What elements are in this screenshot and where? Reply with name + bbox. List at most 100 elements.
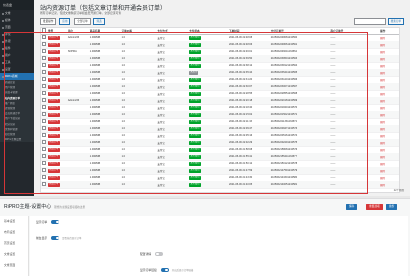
name-cell: 1.00RMB bbox=[89, 155, 101, 158]
sidebar-item[interactable]: 设置 bbox=[0, 66, 34, 73]
trade-cell: 2105062218401234570 bbox=[270, 106, 298, 109]
sidebar-item-label: 工具 bbox=[5, 60, 11, 64]
delete-link[interactable]: 删除 bbox=[379, 36, 399, 40]
settings-header: RiPRO主题-设置中心 理想的主题设置项都在这里 bbox=[4, 203, 85, 210]
status-badge: 支付成功 bbox=[189, 169, 201, 173]
search-button[interactable]: 搜索订单 bbox=[387, 18, 404, 25]
sidebar-item[interactable]: 评论 bbox=[0, 31, 34, 38]
delete-link[interactable]: 删除 bbox=[379, 183, 399, 187]
method-cell: 支付宝 bbox=[157, 183, 165, 187]
type-cell: 充值订单 bbox=[47, 182, 67, 187]
type-cell: 充值订单 bbox=[47, 147, 67, 152]
order-cell: —— bbox=[330, 57, 336, 60]
type-badge: 充值订单 bbox=[47, 64, 60, 68]
filter-button[interactable]: 筛选 bbox=[93, 18, 105, 25]
settings-nav-item[interactable]: 布局设置 bbox=[0, 227, 28, 238]
delete-link[interactable]: 删除 bbox=[379, 50, 399, 54]
delete-link[interactable]: 删除 bbox=[379, 64, 399, 68]
delete-link[interactable]: 删除 bbox=[379, 99, 399, 103]
setting-toggle[interactable] bbox=[155, 252, 164, 256]
checkbox-icon bbox=[42, 146, 47, 152]
delete-link[interactable]: 删除 bbox=[379, 71, 399, 75]
delete-link[interactable]: 删除 bbox=[379, 127, 399, 131]
time-cell: 2021-05-06 21:40:05 bbox=[228, 183, 253, 186]
sidebar-item[interactable]: 外观 bbox=[0, 38, 34, 45]
setting-toggle[interactable] bbox=[160, 268, 169, 272]
delete-link[interactable]: 删除 bbox=[379, 176, 399, 180]
status-select[interactable]: 全部订单 bbox=[74, 18, 91, 25]
sidebar-item[interactable]: 工具 bbox=[0, 59, 34, 66]
method-cell: 支付宝 bbox=[157, 155, 165, 159]
name-cell: 1.00RMB bbox=[89, 127, 101, 130]
sidebar-item[interactable]: 文章 bbox=[0, 10, 34, 17]
method-cell: 支付宝 bbox=[157, 92, 165, 96]
setting-description: 开启后显示订单链接 bbox=[171, 269, 194, 272]
sidebar-item[interactable]: 页面 bbox=[0, 24, 34, 31]
type-cell: 充值订单 bbox=[47, 175, 67, 180]
type-badge: 充值订单 bbox=[47, 134, 60, 138]
delete-link[interactable]: 删除 bbox=[379, 57, 399, 61]
setting-toggle[interactable] bbox=[51, 236, 60, 240]
settings-row: 显示订单链接 开启后显示订单链接 bbox=[140, 266, 193, 274]
delete-link[interactable]: 删除 bbox=[379, 141, 399, 145]
name-cell: 1.00RMB bbox=[89, 162, 101, 165]
delete-link[interactable]: 删除 bbox=[379, 155, 399, 159]
setting-toggle[interactable] bbox=[51, 220, 60, 224]
type-badge: 充值订单 bbox=[47, 50, 60, 54]
reset-button[interactable]: 重置选项 bbox=[366, 204, 383, 210]
search-input[interactable] bbox=[353, 18, 386, 25]
trade-cell: 2105062231201234566 bbox=[270, 78, 298, 81]
user-cell: SOHRA bbox=[67, 50, 77, 53]
delete-link[interactable]: 删除 bbox=[379, 148, 399, 152]
delete-link[interactable]: 删除 bbox=[379, 162, 399, 166]
settings-nav-item[interactable]: 文章设置 bbox=[0, 249, 28, 260]
status-cell: 支付成功 bbox=[188, 154, 228, 159]
method-cell: 支付宝 bbox=[157, 57, 165, 61]
delete-link[interactable]: 删除 bbox=[379, 106, 399, 110]
settings-title: RiPRO主题-设置中心 bbox=[4, 204, 52, 210]
delete-link[interactable]: 删除 bbox=[379, 85, 399, 89]
save-button[interactable]: 保存 bbox=[346, 204, 358, 210]
sidebar-item[interactable]: 插件 bbox=[0, 45, 34, 52]
order-cell: —— bbox=[330, 162, 336, 165]
status-cell: 支付成功 bbox=[188, 112, 228, 117]
settings-nav-item[interactable]: 文章页面 bbox=[0, 260, 28, 271]
sidebar-logo[interactable]: 仪表盘 bbox=[0, 0, 34, 10]
type-cell: 充值订单 bbox=[47, 126, 67, 131]
settings-nav-item[interactable]: 基本设置 bbox=[0, 216, 28, 227]
delete-link[interactable]: 删除 bbox=[379, 169, 399, 173]
settings-nav: 基本设置 布局设置 首页设置 文章设置 文章页面 bbox=[0, 216, 29, 276]
status-badge: 支付成功 bbox=[189, 162, 201, 166]
name-cell: 1.00RMB bbox=[89, 134, 101, 137]
status-cell: 支付成功 bbox=[188, 182, 228, 187]
settings-screen: RiPRO主题-设置中心 理想的主题设置项都在这里 保存 重置选项 备份 基本设… bbox=[0, 198, 410, 276]
menu-icon bbox=[1, 47, 4, 50]
sidebar-item-label: RiPro商城 bbox=[5, 74, 18, 78]
checkbox-icon bbox=[42, 139, 47, 145]
type-badge: 充值订单 bbox=[47, 176, 60, 180]
delete-link[interactable]: 删除 bbox=[379, 113, 399, 117]
delete-link[interactable]: 删除 bbox=[379, 43, 399, 47]
name-cell: 1.00RMB bbox=[89, 148, 101, 151]
delete-link[interactable]: 删除 bbox=[379, 78, 399, 82]
sidebar-item[interactable]: 媒体 bbox=[0, 17, 34, 24]
backup-button[interactable]: 备份 bbox=[386, 204, 398, 210]
delete-link[interactable]: 删除 bbox=[379, 134, 399, 138]
apply-button[interactable]: 应用 bbox=[59, 18, 71, 25]
delete-link[interactable]: 删除 bbox=[379, 92, 399, 96]
name-cell: 1.00RMB bbox=[89, 78, 101, 81]
bulk-action-select[interactable]: 批量操作 bbox=[40, 18, 57, 25]
name-cell: 1.00RMB bbox=[89, 92, 101, 95]
time-cell: 2021-05-06 21:50:12 bbox=[228, 162, 253, 165]
name-cell: 1.00RMB bbox=[89, 64, 101, 67]
status-badge: 支付成功 bbox=[189, 85, 201, 89]
menu-icon bbox=[1, 26, 4, 29]
sidebar-subitem[interactable]: RiPro主题设置 bbox=[0, 137, 34, 143]
price-cell: 1.0 bbox=[121, 134, 126, 137]
sidebar-item[interactable]: RiPro商城 bbox=[0, 73, 34, 80]
trade-cell: 2105062158081234576 bbox=[270, 148, 298, 151]
delete-link[interactable]: 删除 bbox=[379, 120, 399, 124]
sidebar-item-label: 插件 bbox=[5, 46, 11, 50]
sidebar-item[interactable]: 用户 bbox=[0, 52, 34, 59]
settings-nav-item[interactable]: 首页设置 bbox=[0, 238, 28, 249]
